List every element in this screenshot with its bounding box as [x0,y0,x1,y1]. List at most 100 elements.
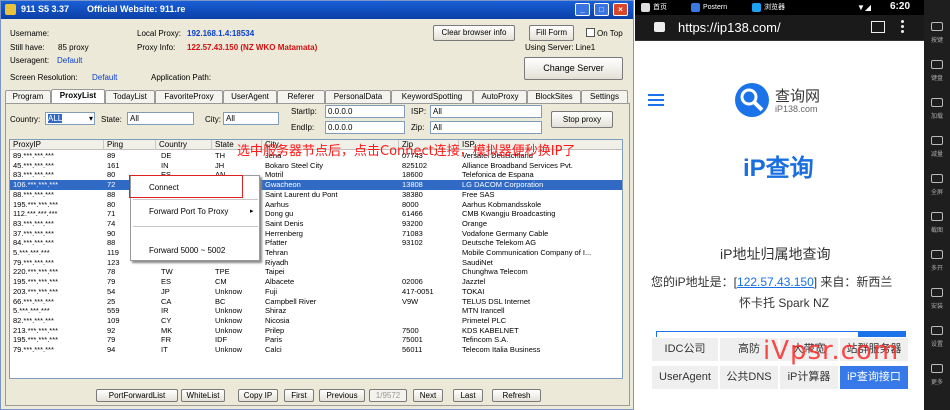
tab-proxylist[interactable]: ProxyList [51,89,105,103]
col-country[interactable]: Country [156,140,212,150]
table-cell-ping: 78 [107,267,116,277]
zip-input[interactable]: All [430,121,542,134]
tab-settings[interactable]: Settings [581,90,628,103]
table-row[interactable]: 45.***.***.*** 161 IN JH Bokaro Steel City 82… [10,161,622,171]
table-row[interactable]: 84.***.***.*** 88 Pfatter 93102 Deutsche Tel… [10,238,622,248]
table-cell-proxyip: 112.***.***.*** [13,209,58,219]
minimize-icon[interactable]: _ [575,3,590,16]
table-row[interactable]: 213.***.***.*** 92 MK Unknow Prilep 7500 KDS K… [10,326,622,336]
table-cell-proxyip: 195.***.***.*** [13,277,59,287]
on-top-checkbox[interactable] [586,28,595,37]
table-row[interactable]: 195.***.***.*** 79 ES CM Albacete 02006 Jazzte… [10,277,622,287]
endip-input[interactable]: 0.0.0.0 [325,121,405,134]
link-idc[interactable]: IDC公司 [651,337,719,362]
city-select[interactable]: All [223,112,279,125]
table-row[interactable]: 88.***.***.*** 88 Saint Laurent du Pont 383… [10,190,622,200]
menu-icon[interactable] [648,94,664,106]
table-cell-city: Albacete [265,277,295,287]
stop-proxy-button[interactable]: Stop proxy [551,111,613,128]
table-cell-zip: 7500 [402,325,419,335]
link-public-dns[interactable]: 公共DNS [719,365,779,390]
table-row[interactable]: 203.***.***.*** 54 JP Unknow Fuji 417-0051 TOK… [10,287,622,297]
more-vert-icon[interactable] [901,20,905,34]
next-button[interactable]: Next [413,389,443,402]
change-server-button[interactable]: Change Server [524,57,623,80]
tab-useragent[interactable]: UserAgent [223,90,277,103]
table-cell-country: ES [161,277,172,287]
table-cell-ping: 25 [107,296,116,306]
still-have-value: 85 proxy [58,43,89,52]
country-select[interactable]: ALL ▾ [45,112,95,125]
using-server: Using Server: Line1 [525,43,596,52]
table-row[interactable]: 83.***.***.*** 74 Saint Denis 93200 Orange [10,219,622,229]
table-row[interactable]: 220.***.***.*** 78 TW TPE Taipei Chunghwa Tel… [10,267,622,277]
table-cell-isp: Free SAS [462,189,495,199]
fullscreen-icon[interactable] [931,174,943,183]
link-ip-calculator[interactable]: iP计算器 [779,365,839,390]
table-row[interactable]: 5.***.***.*** 559 IR Unknow Shiraz MTN Irance… [10,306,622,316]
more-icon[interactable] [931,364,943,373]
table-row[interactable]: 82.***.***.*** 109 CY Unknow Nicosia Primetel… [10,316,622,326]
tab-todaylist[interactable]: TodayList [105,90,155,103]
tab-personaldata[interactable]: PersonalData [325,90,391,103]
copy-ip-button[interactable]: Copy IP [238,389,278,402]
tab-keywordspotting[interactable]: KeywordSpotting [391,90,473,103]
table-cell-isp: CMB Kwangju Broadcasting [462,209,556,219]
table-row[interactable]: 5.***.***.*** 119 Tehran Mobile Communicati… [10,248,622,258]
table-row[interactable]: 83.***.***.***80ESANMotril18600Telefonic… [10,170,622,180]
official-website: Official Website: 911.re [87,4,186,14]
tab-autoproxy[interactable]: AutoProxy [473,90,527,103]
last-button[interactable]: Last [453,389,483,402]
close-icon[interactable]: × [613,3,628,16]
tab-favoriteproxy[interactable]: FavoriteProxy [155,90,223,103]
url-text[interactable]: https://ip138.com/ [678,20,781,35]
table-cell-zip: 825102 [402,160,428,170]
table-cell-zip: 56011 [402,345,423,354]
portforwardlist-button[interactable]: PortForwardList [96,389,178,402]
table-cell-zip: 8000 [402,199,419,209]
fill-form-button[interactable]: Fill Form [529,25,574,41]
status-tab-postern[interactable]: Postern [691,2,727,13]
table-row[interactable]: 79.***.***.*** 94 IT Unknow Calci 56011 Teleco… [10,345,622,355]
table-row[interactable]: 195.***.***.*** 79 FR IDF Paris 75001 Tefincom… [10,335,622,345]
table-cell-isp: Vodafone Germany Cable [462,228,549,238]
ip-link[interactable]: 122.57.43.150 [737,275,814,289]
table-row[interactable]: 37.***.***.*** 90 Herrenberg 71083 Vodafone … [10,229,622,239]
whitelist-button[interactable]: WhiteList [181,389,225,402]
menu-forward-5000[interactable]: Forward 5000 ~ 5002 [131,244,259,257]
screenshot-icon[interactable] [931,212,943,221]
keyboard-icon[interactable] [931,60,943,69]
tab-blocksites[interactable]: BlockSites [527,90,581,103]
previous-button[interactable]: Previous [319,389,365,402]
table-row[interactable]: 79.***.***.*** 123 Riyadh SaudiNet [10,258,622,268]
status-tab-home[interactable]: 首页 [641,2,667,13]
table-row[interactable]: 106.***.***.***72KRGwacheon13808LG DACOM… [10,180,622,190]
isp-input[interactable]: All [430,105,542,118]
table-row[interactable]: 112.***.***.*** 71 Dong gu 61466 CMB Kwangju… [10,209,622,219]
isp-label: ISP: [411,107,427,116]
col-proxyip[interactable]: ProxyIP [10,140,104,150]
startip-input[interactable]: 0.0.0.0 [325,105,405,118]
volume-up-icon[interactable] [931,98,943,107]
table-cell-isp: Deutsche Telekom AG [462,238,537,248]
first-button[interactable]: First [284,389,314,402]
clear-browser-button[interactable]: Clear browser info [433,25,515,41]
menu-forward-port[interactable]: Forward Port To Proxy [131,205,259,218]
install-icon[interactable] [931,288,943,297]
settings-icon[interactable] [931,326,943,335]
col-ping[interactable]: Ping [104,140,156,150]
state-select[interactable]: All [127,112,194,125]
tabs-icon[interactable] [871,21,885,33]
maximize-icon[interactable]: □ [594,3,609,16]
status-tab-browser[interactable]: 浏览器 [752,2,785,13]
multi-instance-icon[interactable] [931,250,943,259]
keymap-icon[interactable] [931,22,943,31]
volume-down-icon[interactable] [931,136,943,145]
refresh-button[interactable]: Refresh [492,389,541,402]
table-row[interactable]: 195.***.***.*** 80 Aarhus 8000 Aarhus Kobman… [10,200,622,210]
table-row[interactable]: 66.***.***.*** 25 CA BC Campbell River V9W TEL… [10,297,622,307]
link-ip-api[interactable]: iP查询接口 [839,365,909,390]
tab-referer[interactable]: Referer [277,90,325,103]
link-useragent[interactable]: UserAgent [651,365,719,390]
tab-program[interactable]: Program [5,90,51,103]
